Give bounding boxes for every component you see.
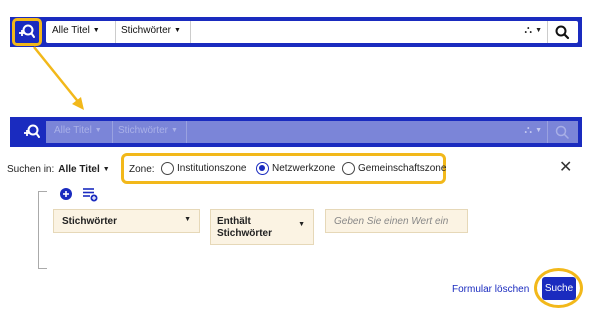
field-dropdown-disabled: Stichwörter ▼ bbox=[118, 125, 178, 136]
chevron-down-icon: ▼ bbox=[94, 127, 102, 134]
search-in-label: Suchen in: bbox=[7, 164, 55, 175]
radio-institutionszone[interactable]: Institutionszone bbox=[161, 162, 247, 175]
hierarchy-icon: ⛬ ▼ bbox=[524, 124, 542, 136]
search-in-value: Alle Titel bbox=[58, 164, 100, 175]
chevron-down-icon: ▼ bbox=[171, 127, 178, 134]
search-input-area-disabled: Alle Titel ▼ Stichwörter ▼ ⛬ ▼ bbox=[46, 121, 578, 143]
advanced-search-icon bbox=[19, 24, 35, 38]
add-group-icon[interactable] bbox=[82, 186, 98, 202]
radio-netzwerkzone[interactable]: Netzwerkzone bbox=[256, 162, 335, 175]
field-label: Stichwörter bbox=[121, 25, 172, 36]
radio-label: Institutionszone bbox=[177, 163, 247, 174]
search-bar-disabled: Alle Titel ▼ Stichwörter ▼ ⛬ ▼ bbox=[10, 117, 582, 147]
search-button[interactable]: Suche bbox=[542, 277, 576, 300]
zone-selector: Zone: Institutionszone Netzwerkzone Geme… bbox=[121, 153, 446, 184]
group-bracket bbox=[38, 191, 48, 269]
divider bbox=[112, 121, 113, 143]
divider bbox=[547, 121, 548, 143]
radio-label: Gemeinschaftszone bbox=[358, 163, 447, 174]
search-bar: Alle Titel ▼ Stichwörter ▼ ⛬ ▼ bbox=[10, 17, 582, 47]
radio-circle-selected bbox=[256, 162, 269, 175]
field-select-label: Stichwörter bbox=[62, 216, 118, 227]
clear-form-link[interactable]: Formular löschen bbox=[452, 284, 529, 295]
zone-label: Zone: bbox=[129, 164, 155, 175]
scope-dropdown-disabled: Alle Titel ▼ bbox=[54, 125, 102, 136]
hierarchy-icon[interactable]: ⛬ ▼ bbox=[524, 24, 542, 37]
scope-dropdown[interactable]: Alle Titel ▼ bbox=[52, 25, 100, 36]
divider bbox=[190, 21, 191, 43]
value-input[interactable]: Geben Sie einen Wert ein bbox=[325, 209, 468, 233]
radio-gemeinschaftszone[interactable]: Gemeinschaftszone bbox=[342, 162, 446, 175]
advanced-search-button[interactable] bbox=[12, 18, 42, 46]
search-icon[interactable] bbox=[552, 23, 572, 41]
operator-select[interactable]: Enthält Stichwörter ▼ bbox=[210, 209, 314, 245]
value-placeholder: Geben Sie einen Wert ein bbox=[334, 216, 449, 227]
operator-select-label: Enthält Stichwörter bbox=[217, 216, 273, 239]
field-select[interactable]: Stichwörter ▼ bbox=[53, 209, 200, 233]
add-line-icon[interactable] bbox=[60, 188, 72, 200]
chevron-down-icon: ▼ bbox=[102, 166, 110, 173]
advanced-search-icon[interactable] bbox=[22, 122, 42, 142]
divider bbox=[186, 121, 187, 143]
radio-circle bbox=[161, 162, 174, 175]
scope-label: Alle Titel bbox=[54, 125, 92, 136]
radio-label: Netzwerkzone bbox=[272, 163, 336, 174]
divider bbox=[547, 21, 548, 43]
search-icon bbox=[552, 123, 572, 141]
search-input-area[interactable]: Alle Titel ▼ Stichwörter ▼ ⛬ ▼ bbox=[46, 21, 578, 43]
chevron-down-icon: ▼ bbox=[174, 27, 181, 34]
radio-circle bbox=[342, 162, 355, 175]
chevron-down-icon: ▼ bbox=[298, 221, 305, 228]
field-dropdown[interactable]: Stichwörter ▼ bbox=[121, 25, 181, 36]
chevron-down-icon: ▼ bbox=[184, 216, 191, 223]
chevron-down-icon: ▼ bbox=[92, 27, 100, 34]
scope-label: Alle Titel bbox=[52, 25, 90, 36]
field-label: Stichwörter bbox=[118, 125, 169, 136]
divider bbox=[115, 21, 116, 43]
search-in-selector[interactable]: Suchen in: Alle Titel ▼ bbox=[7, 164, 110, 175]
close-icon[interactable]: ✕ bbox=[559, 160, 572, 176]
